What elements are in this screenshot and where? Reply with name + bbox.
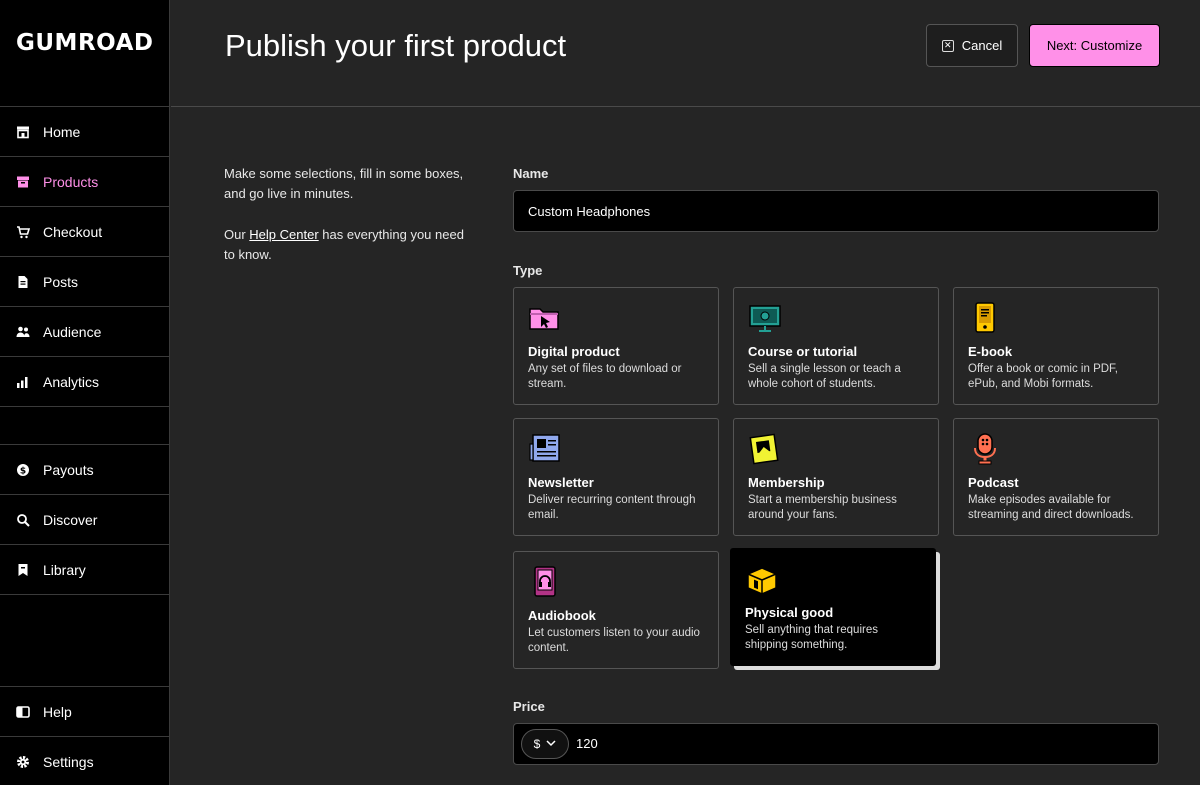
type-card-desc: Sell anything that requires shipping som… bbox=[745, 624, 878, 651]
type-card-title: Podcast bbox=[968, 475, 1019, 490]
sidebar-nav-footer: Help Settings bbox=[0, 686, 170, 785]
document-icon bbox=[16, 275, 30, 289]
price-field[interactable]: $ 120 bbox=[513, 723, 1159, 765]
sidebar-item-label: Library bbox=[43, 561, 86, 578]
sidebar-item-label: Posts bbox=[43, 273, 79, 290]
type-card-membership[interactable]: Membership Start a membership business a… bbox=[733, 418, 939, 536]
product-name-input[interactable] bbox=[513, 190, 1159, 232]
sidebar-item-label: Help bbox=[43, 703, 72, 720]
sidebar-item-analytics[interactable]: Analytics bbox=[0, 357, 170, 407]
cancel-button[interactable]: ✕ Cancel bbox=[926, 24, 1018, 67]
sidebar-item-label: Audience bbox=[43, 323, 102, 340]
gumroad-logo[interactable]: GUMROAD bbox=[16, 30, 153, 56]
cart-icon bbox=[16, 225, 30, 239]
sidebar-item-label: Home bbox=[43, 123, 81, 140]
gear-icon bbox=[16, 755, 30, 769]
sidebar-item-label: Discover bbox=[43, 511, 98, 528]
type-card-title: Newsletter bbox=[528, 475, 594, 490]
bar-chart-icon bbox=[16, 375, 30, 389]
package-box-icon bbox=[745, 562, 779, 596]
type-label: Type bbox=[513, 263, 543, 278]
book-icon bbox=[16, 705, 30, 719]
people-icon bbox=[16, 325, 30, 339]
close-icon: ✕ bbox=[941, 39, 954, 52]
next-button-label: Next: Customize bbox=[1046, 38, 1143, 53]
sidebar-item-products[interactable]: Products bbox=[0, 157, 170, 207]
sidebar-item-help[interactable]: Help bbox=[0, 687, 170, 737]
type-card-title: Membership bbox=[748, 475, 825, 490]
price-label: Price bbox=[513, 699, 545, 714]
name-label: Name bbox=[513, 166, 549, 181]
next-customize-button[interactable]: Next: Customize bbox=[1029, 24, 1160, 67]
archive-icon bbox=[16, 175, 30, 189]
type-card-desc: Let customers listen to your audio conte… bbox=[528, 627, 700, 654]
dollar-icon: $ bbox=[16, 463, 30, 477]
sidebar-item-posts[interactable]: Posts bbox=[0, 257, 170, 307]
type-card-newsletter[interactable]: Newsletter Deliver recurring content thr… bbox=[513, 418, 719, 536]
sidebar-item-discover[interactable]: Discover bbox=[0, 495, 170, 545]
sidebar-nav-secondary: $ Payouts Discover Library bbox=[0, 444, 170, 595]
bookmark-icon bbox=[16, 563, 30, 577]
type-card-title: Digital product bbox=[528, 344, 620, 359]
type-card-desc: Sell a single lesson or teach a whole co… bbox=[748, 363, 901, 390]
type-card-desc: Any set of files to download or stream. bbox=[528, 363, 682, 390]
sidebar-item-settings[interactable]: Settings bbox=[0, 737, 170, 785]
ebook-reader-icon bbox=[968, 301, 1002, 335]
sidebar: GUMROAD Home Products Checkout Posts Aud… bbox=[0, 0, 170, 785]
type-card-podcast[interactable]: Podcast Make episodes available for stre… bbox=[953, 418, 1159, 536]
sidebar-item-home[interactable]: Home bbox=[0, 107, 170, 157]
currency-symbol: $ bbox=[533, 737, 541, 751]
type-card-desc: Make episodes available for streaming an… bbox=[968, 494, 1134, 521]
svg-text:$: $ bbox=[20, 466, 26, 476]
sidebar-item-label: Analytics bbox=[43, 373, 100, 390]
sidebar-item-label: Products bbox=[43, 173, 99, 190]
type-card-title: Course or tutorial bbox=[748, 344, 858, 359]
help-prefix: Our bbox=[224, 227, 250, 242]
microphone-icon bbox=[968, 432, 1002, 466]
sidebar-item-label: Checkout bbox=[43, 223, 103, 240]
sidebar-item-label: Payouts bbox=[43, 461, 94, 478]
type-card-desc: Start a membership business around your … bbox=[748, 494, 897, 521]
newspaper-icon bbox=[528, 432, 562, 466]
page-title: Publish your first product bbox=[225, 28, 567, 63]
audiobook-icon bbox=[528, 565, 562, 599]
type-card-desc: Deliver recurring content through email. bbox=[528, 494, 696, 521]
search-icon bbox=[16, 513, 30, 527]
price-input[interactable]: 120 bbox=[576, 736, 598, 751]
sidebar-item-payouts[interactable]: $ Payouts bbox=[0, 445, 170, 495]
sidebar-item-library[interactable]: Library bbox=[0, 545, 170, 595]
sidebar-item-checkout[interactable]: Checkout bbox=[0, 207, 170, 257]
intro-text: Make some selections, fill in some boxes… bbox=[224, 164, 464, 265]
page-header: Publish your first product ✕ Cancel Next… bbox=[171, 0, 1200, 107]
type-card-desc: Offer a book or comic in PDF, ePub, and … bbox=[968, 363, 1118, 390]
type-card-title: E-book bbox=[968, 344, 1013, 359]
store-icon bbox=[16, 125, 30, 139]
type-card-title: Audiobook bbox=[528, 608, 596, 623]
sidebar-item-label: Settings bbox=[43, 753, 94, 770]
cancel-button-label: Cancel bbox=[961, 38, 1003, 53]
membership-card-icon bbox=[748, 432, 782, 466]
help-paragraph: Our Help Center has everything you need … bbox=[224, 225, 464, 265]
presentation-screen-icon bbox=[748, 301, 782, 335]
type-card-physical-good[interactable]: Physical good Sell anything that require… bbox=[730, 548, 936, 666]
type-card-audiobook[interactable]: Audiobook Let customers listen to your a… bbox=[513, 551, 719, 669]
type-card-course[interactable]: Course or tutorial Sell a single lesson … bbox=[733, 287, 939, 405]
type-card-ebook[interactable]: E-book Offer a book or comic in PDF, ePu… bbox=[953, 287, 1159, 405]
help-center-link[interactable]: Help Center bbox=[249, 227, 318, 242]
currency-select[interactable]: $ bbox=[521, 729, 569, 759]
type-card-title: Physical good bbox=[745, 605, 834, 620]
folder-cursor-icon bbox=[528, 301, 562, 335]
sidebar-item-audience[interactable]: Audience bbox=[0, 307, 170, 357]
intro-paragraph: Make some selections, fill in some boxes… bbox=[224, 166, 464, 201]
sidebar-nav-primary: Home Products Checkout Posts Audience An… bbox=[0, 106, 170, 407]
chevron-down-icon bbox=[546, 737, 556, 751]
type-card-digital-product[interactable]: Digital product Any set of files to down… bbox=[513, 287, 719, 405]
